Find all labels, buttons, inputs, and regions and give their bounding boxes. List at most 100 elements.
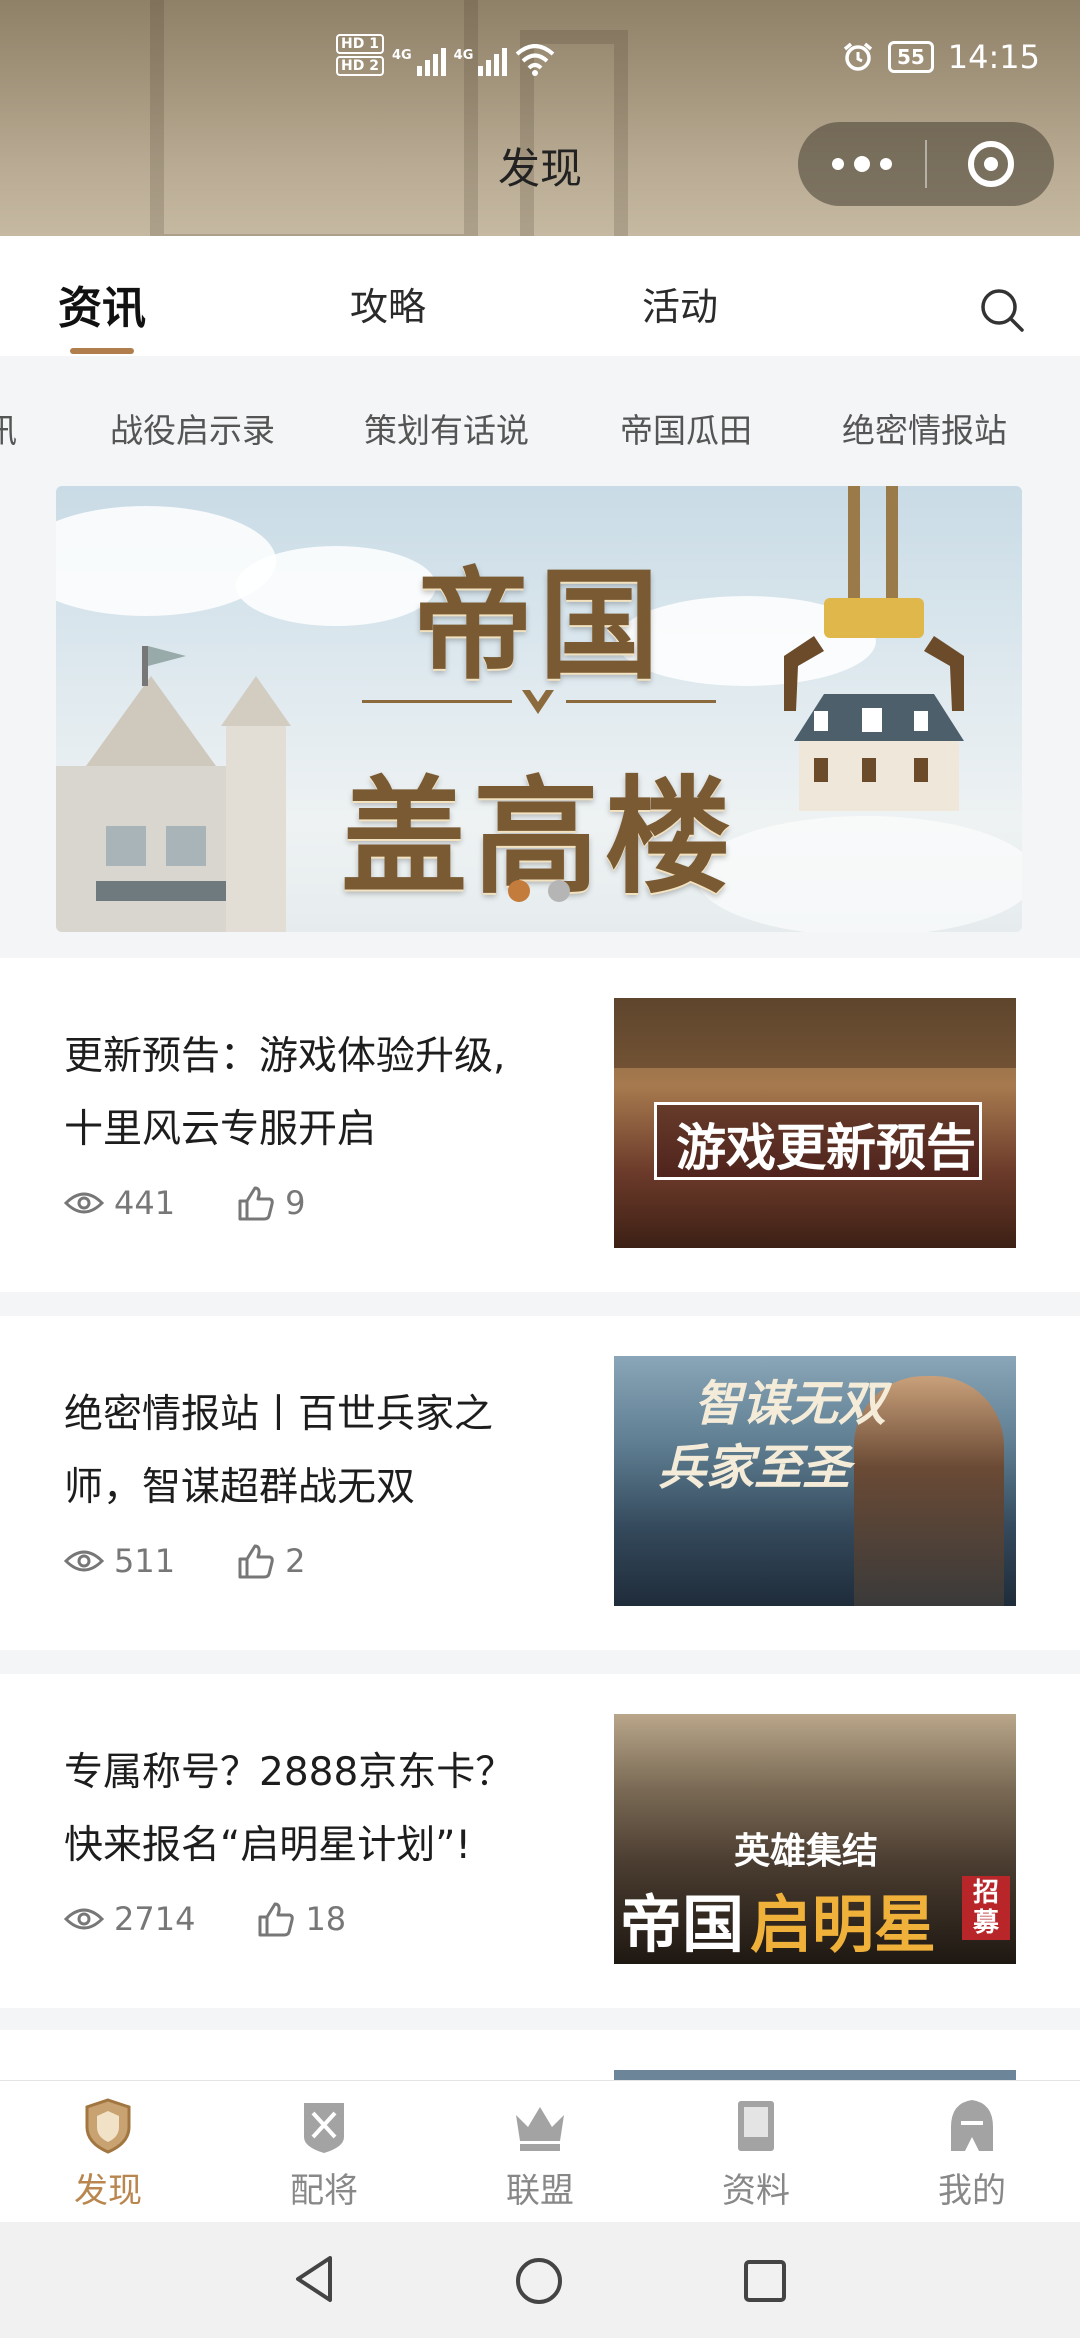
sim1-label: 4G [391, 48, 412, 63]
article-thumbnail: 游戏更新预告 [614, 998, 1016, 1248]
tab-news[interactable]: 资讯 [58, 272, 146, 336]
article-title-line: 更新预告：游戏体验升级, [64, 1034, 506, 1079]
emblem-icon [522, 690, 554, 714]
carousel-dot[interactable] [548, 880, 570, 902]
more-button[interactable] [798, 122, 925, 206]
category-item[interactable]: 讯 [0, 404, 17, 446]
article-card[interactable]: 更新预告：游戏体验升级, 十里风云专服开启 441 9 游戏更新预告 [0, 958, 1080, 1292]
article-title: 专属称号？2888京东卡？ 快来报名“启明星计划”! [64, 1736, 564, 1882]
eye-icon [64, 1192, 104, 1214]
category-bar: 讯 战役启示录 策划有话说 帝国瓜田 绝密情报站 [0, 356, 1080, 446]
thumbnail-caption: 招募 [962, 1876, 1010, 1940]
article-title: 更新预告：游戏体验升级, 十里风云专服开启 [64, 1020, 564, 1166]
shield-icon [85, 2098, 131, 2154]
more-dot [853, 156, 870, 172]
nav-label: 配将 [290, 2171, 358, 2211]
thumbnail-caption: 启明星 [750, 1888, 937, 1961]
clock: 14:15 [947, 38, 1040, 76]
recent-apps-icon[interactable] [742, 2258, 788, 2304]
nav-discover[interactable]: 发现 [38, 2097, 178, 2212]
close-miniprogram-button[interactable] [927, 122, 1054, 206]
system-navigation-bar [0, 2222, 1080, 2338]
signal-icon: 4G [454, 48, 508, 76]
nav-label: 发现 [74, 2171, 142, 2211]
more-dot [831, 158, 844, 170]
like-count: 9 [285, 1184, 306, 1222]
title-divider [566, 700, 716, 703]
view-count: 511 [114, 1542, 176, 1580]
crossed-swords-icon [304, 2103, 344, 2153]
article-card[interactable]: 专属称号？2888京东卡？ 快来报名“启明星计划”! 2714 18 英雄集结 … [0, 1674, 1080, 2008]
article-title-line: 专属称号？2888京东卡？ [64, 1750, 515, 1795]
bottom-navigation: 发现 配将 联盟 资料 我的 [0, 2080, 1080, 2223]
eye-icon [64, 1908, 104, 1930]
article-thumbnail [614, 2070, 1016, 2080]
hd1-badge: HD 1 [336, 34, 384, 54]
main-tab-bar: 资讯 攻略 活动 [0, 236, 1080, 356]
nav-label: 联盟 [506, 2171, 574, 2211]
search-icon[interactable] [978, 286, 1026, 334]
nav-label: 资料 [722, 2171, 790, 2211]
app-header: HD 1 HD 2 4G 4G 55 14:15 发现 [0, 0, 1080, 236]
article-title-line: 师，智谋超群战无双 [64, 1465, 416, 1510]
article-stats: 511 2 [64, 1542, 305, 1580]
thumbnail-caption: 智谋无双 [694, 1376, 887, 1432]
nav-alliance[interactable]: 联盟 [470, 2097, 610, 2212]
thumbnail-caption: 游戏更新预告 [676, 1119, 976, 1177]
target-icon [967, 141, 1014, 187]
article-stats: 441 9 [64, 1184, 305, 1222]
wifi-icon [516, 44, 555, 76]
home-icon[interactable] [514, 2256, 564, 2306]
more-dot [879, 158, 892, 170]
thumbnail-caption: 英雄集结 [734, 1831, 879, 1872]
nav-generals[interactable]: 配将 [254, 2097, 394, 2212]
article-title-line: 十里风云专服开启 [64, 1107, 377, 1152]
thumbs-up-icon[interactable] [237, 1543, 275, 1579]
book-icon [738, 2101, 774, 2151]
banner-carousel[interactable]: 帝国 盖高楼 [56, 486, 1022, 932]
title-divider [362, 700, 512, 703]
thumbnail-caption: 兵家至圣 [658, 1440, 851, 1496]
article-card[interactable]: 绝密情报站丨百世兵家之 师，智谋超群战无双 511 2 智谋无双 兵家至圣 [0, 1316, 1080, 1650]
like-count: 18 [305, 1900, 347, 1938]
hd2-badge: HD 2 [336, 56, 384, 76]
category-item[interactable]: 绝密情报站 [842, 404, 1007, 446]
view-count: 441 [114, 1184, 176, 1222]
nav-label: 我的 [938, 2171, 1006, 2211]
signal-icon: 4G [392, 48, 446, 76]
article-thumbnail: 智谋无双 兵家至圣 [614, 1356, 1016, 1606]
crane-claw-illustration [784, 486, 964, 811]
status-right: 55 14:15 [842, 38, 1040, 76]
tab-guides[interactable]: 攻略 [350, 276, 426, 331]
category-item[interactable]: 策划有话说 [364, 404, 529, 446]
thumbs-up-icon[interactable] [257, 1901, 295, 1937]
battery-indicator: 55 [887, 41, 934, 73]
helmet-icon [951, 2100, 993, 2151]
category-item[interactable]: 战役启示录 [110, 404, 275, 446]
alarm-icon [843, 42, 873, 71]
article-title-line: 绝密情报站丨百世兵家之 [64, 1392, 494, 1437]
thumbs-up-icon[interactable] [237, 1185, 275, 1221]
nav-data[interactable]: 资料 [686, 2097, 826, 2212]
nav-profile[interactable]: 我的 [902, 2097, 1042, 2212]
article-card[interactable] [0, 2030, 1080, 2080]
article-stats: 2714 18 [64, 1900, 346, 1938]
tab-events[interactable]: 活动 [642, 276, 718, 331]
like-count: 2 [285, 1542, 306, 1580]
network-indicators: HD 1 HD 2 4G 4G [336, 34, 555, 76]
carousel-indicator [56, 880, 1022, 902]
carousel-dot-active[interactable] [508, 880, 530, 902]
article-title: 绝密情报站丨百世兵家之 师，智谋超群战无双 [64, 1378, 564, 1524]
back-icon[interactable] [292, 2254, 336, 2304]
active-tab-indicator [70, 348, 134, 354]
miniprogram-capsule [798, 122, 1054, 206]
eye-icon [64, 1550, 104, 1572]
sim2-label: 4G [453, 48, 474, 63]
article-thumbnail: 英雄集结 帝国 启明星 招募 [614, 1714, 1016, 1964]
category-item[interactable]: 帝国瓜田 [620, 404, 752, 446]
status-bar: HD 1 HD 2 4G 4G 55 14:15 [0, 0, 1080, 120]
article-title-line: 快来报名“启明星计划”! [64, 1823, 472, 1868]
crown-icon [516, 2107, 564, 2151]
thumb-shade [614, 998, 1016, 1068]
hd-badges: HD 1 HD 2 [336, 34, 384, 76]
